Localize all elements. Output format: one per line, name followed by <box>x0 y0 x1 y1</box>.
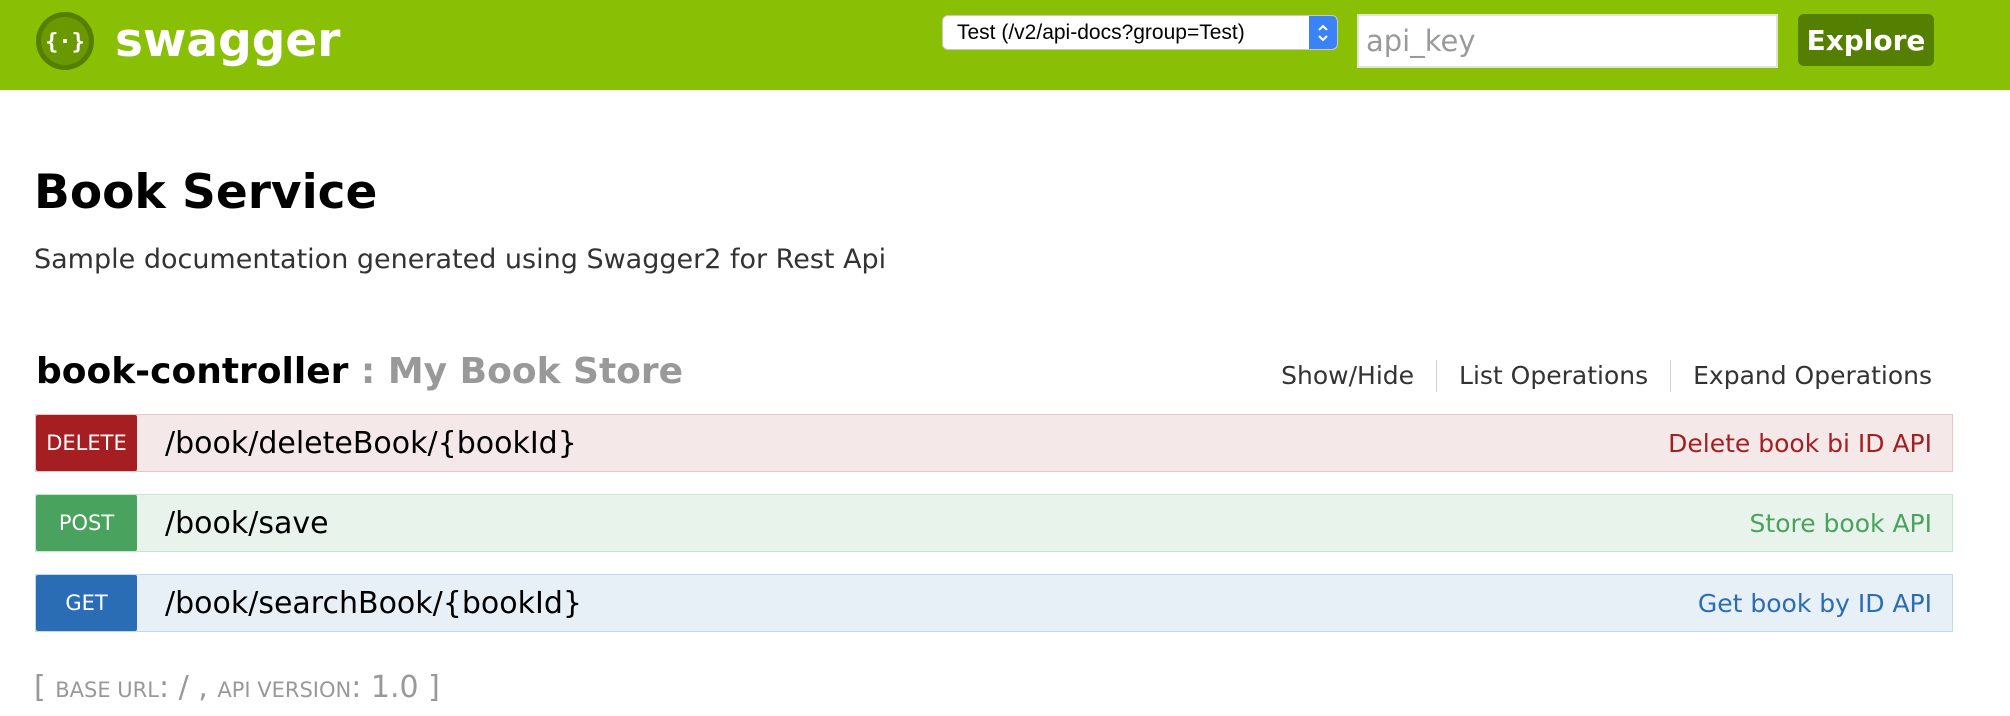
list-operations-link[interactable]: List Operations <box>1437 358 1670 394</box>
operation-summary[interactable]: Store book API <box>1750 509 1932 538</box>
resource-description: My Book Store <box>387 351 684 392</box>
operation-summary[interactable]: Delete book bi ID API <box>1668 429 1932 458</box>
resource-options: Show/Hide List Operations Expand Operati… <box>1259 358 1932 394</box>
footer-open-bracket: [ <box>34 670 56 705</box>
expand-operations-link[interactable]: Expand Operations <box>1671 358 1932 394</box>
operation-path[interactable]: /book/save <box>165 506 1750 541</box>
operation-path[interactable]: /book/searchBook/{bookId} <box>165 586 1698 621</box>
method-badge-post[interactable]: POST <box>36 495 137 551</box>
svg-text:{·}: {·} <box>45 30 85 55</box>
operation-path[interactable]: /book/deleteBook/{bookId} <box>165 426 1668 461</box>
api-version-value: 1.0 <box>370 670 419 705</box>
operation-save-book[interactable]: POST /book/save Store book API <box>35 494 1953 552</box>
api-version-label: API VERSION <box>217 678 352 702</box>
show-hide-link[interactable]: Show/Hide <box>1259 358 1436 394</box>
footer-colon: : <box>351 670 371 705</box>
api-definition-select[interactable]: Test (/v2/api-docs?group=Test) <box>942 15 1338 50</box>
operation-search-book[interactable]: GET /book/searchBook/{bookId} Get book b… <box>35 574 1953 632</box>
logo-text: swagger <box>115 13 341 68</box>
footer-colon: : <box>158 670 179 705</box>
footer-close-bracket: ] <box>418 670 440 705</box>
swagger-logo-icon: {·} <box>36 12 94 70</box>
page-title: Book Service <box>34 165 378 220</box>
resource-separator: : <box>348 351 388 392</box>
footer-comma: , <box>188 670 218 705</box>
logo[interactable]: {·} swagger <box>35 11 340 71</box>
api-key-input[interactable] <box>1357 14 1778 68</box>
top-header: {·} swagger Test (/v2/api-docs?group=Tes… <box>0 0 2010 90</box>
base-url-value: / <box>178 670 189 705</box>
resource-heading: book-controller : My Book Store <box>36 348 683 396</box>
base-url-label: BASE URL <box>55 678 159 702</box>
page-description: Sample documentation generated using Swa… <box>34 244 887 275</box>
api-definition-select-value: Test (/v2/api-docs?group=Test) <box>957 20 1245 44</box>
explore-button[interactable]: Explore <box>1798 14 1934 66</box>
operation-summary[interactable]: Get book by ID API <box>1698 589 1932 618</box>
resource-name-link[interactable]: book-controller <box>36 351 348 392</box>
method-badge-delete[interactable]: DELETE <box>36 415 137 471</box>
api-info-footer: [ BASE URL: / , API VERSION: 1.0 ] <box>34 666 440 712</box>
operation-delete-book[interactable]: DELETE /book/deleteBook/{bookId} Delete … <box>35 414 1953 472</box>
method-badge-get[interactable]: GET <box>36 575 137 631</box>
chevron-up-down-icon <box>1309 16 1337 49</box>
